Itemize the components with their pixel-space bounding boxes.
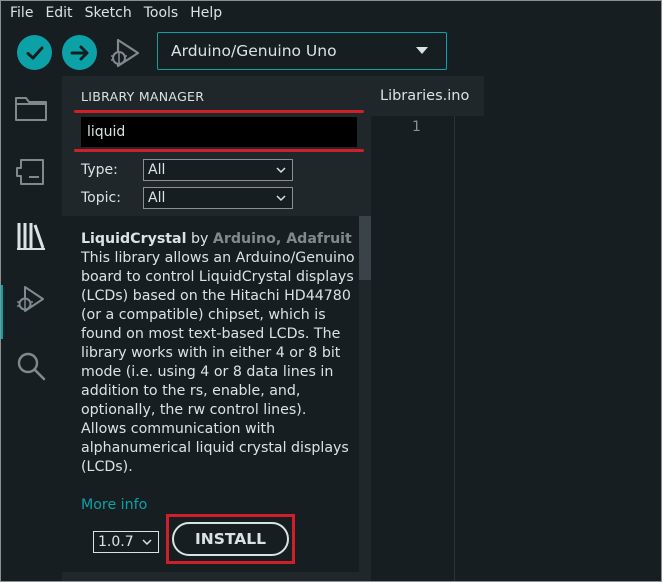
- menu-bar: File Edit Sketch Tools Help: [0, 0, 662, 27]
- library-icon: [17, 223, 45, 250]
- folder-icon: [15, 97, 47, 121]
- topic-select-value: All: [148, 190, 166, 206]
- tab-libraries-ino[interactable]: Libraries.ino: [371, 76, 484, 116]
- line-number: 1: [412, 119, 421, 135]
- menu-sketch[interactable]: Sketch: [79, 0, 138, 27]
- type-select-value: All: [148, 162, 166, 178]
- library-item: LiquidCrystal by Arduino, Adafruit This …: [81, 230, 356, 477]
- tab-strip: [484, 76, 662, 116]
- type-label: Type:: [81, 162, 118, 178]
- library-description: This library allows an Arduino/Genuino b…: [81, 250, 355, 475]
- upload-button[interactable]: [62, 35, 97, 70]
- search-button[interactable]: [13, 348, 49, 384]
- toolbar: Arduino/Genuino Uno: [0, 27, 662, 76]
- version-select[interactable]: 1.0.7: [93, 531, 159, 553]
- board-icon: [16, 159, 44, 185]
- chevron-down-icon: [276, 167, 286, 174]
- type-select[interactable]: All: [143, 159, 293, 181]
- topic-label: Topic:: [81, 190, 121, 206]
- debug-icon: [17, 286, 44, 312]
- active-indicator: [0, 285, 3, 339]
- debug-play-icon: [110, 38, 139, 67]
- debug-button[interactable]: [107, 35, 142, 70]
- editor-area: Libraries.ino 1: [371, 76, 662, 582]
- side-rail: [0, 76, 62, 582]
- menu-help[interactable]: Help: [184, 0, 228, 27]
- checkmark-icon: [26, 46, 43, 59]
- library-authors: Arduino, Adafruit: [212, 231, 352, 247]
- panel-title: LIBRARY MANAGER: [81, 89, 205, 104]
- board-label: Arduino/Genuino Uno: [171, 42, 337, 60]
- caret-down-icon: [416, 47, 428, 54]
- boards-manager-button[interactable]: [13, 154, 49, 190]
- install-button[interactable]: INSTALL: [172, 522, 289, 556]
- scrollbar-thumb[interactable]: [359, 216, 371, 280]
- library-by: by: [186, 231, 213, 247]
- topic-select[interactable]: All: [143, 187, 293, 209]
- chevron-down-icon: [276, 195, 286, 202]
- gutter-divider: [454, 116, 455, 582]
- library-name: LiquidCrystal: [81, 231, 187, 247]
- search-icon: [17, 352, 46, 381]
- board-selector[interactable]: Arduino/Genuino Uno: [157, 32, 447, 70]
- highlight-underline: [74, 149, 364, 152]
- verify-button[interactable]: [17, 35, 52, 70]
- menu-file[interactable]: File: [4, 0, 39, 27]
- highlight-underline: [74, 110, 364, 113]
- library-search-input[interactable]: [81, 117, 357, 147]
- debug-panel-button[interactable]: [13, 282, 49, 318]
- type-filter-row: Type: All: [81, 159, 293, 181]
- library-manager-panel: LIBRARY MANAGER Type: All Topic: All Liq…: [62, 76, 371, 582]
- topic-filter-row: Topic: All: [81, 187, 293, 209]
- menu-edit[interactable]: Edit: [39, 0, 78, 27]
- menu-tools[interactable]: Tools: [138, 0, 185, 27]
- version-value: 1.0.7: [98, 534, 134, 550]
- more-info-link[interactable]: More info: [81, 497, 147, 513]
- library-manager-button[interactable]: [13, 218, 49, 254]
- chevron-down-icon: [142, 539, 152, 546]
- arrow-right-icon: [70, 45, 88, 60]
- sketchbook-button[interactable]: [13, 90, 49, 126]
